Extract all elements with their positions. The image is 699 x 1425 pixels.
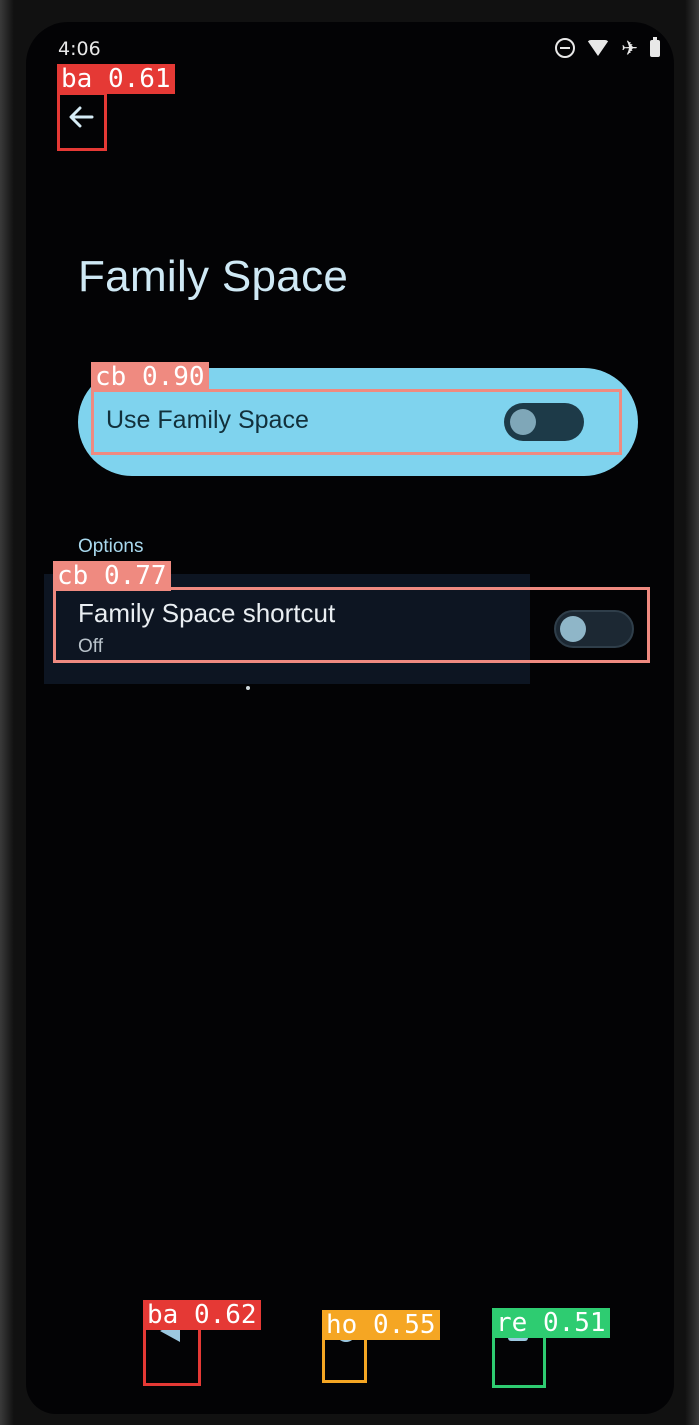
airplane-icon: ✈ (621, 36, 638, 60)
detection-box-shortcut (53, 587, 650, 663)
options-section-label: Options (78, 536, 144, 557)
detection-box-nav-recents (492, 1334, 546, 1388)
phone-frame: 4:06 ✈ Family Space Use Family Space Opt… (0, 0, 699, 1425)
detection-label-nav-home: ho 0.55 (322, 1310, 440, 1340)
screen: 4:06 ✈ Family Space Use Family Space Opt… (26, 22, 674, 1414)
detection-label-shortcut: cb 0.77 (53, 561, 171, 591)
detection-label-nav-recents: re 0.51 (492, 1308, 610, 1338)
status-time: 4:06 (58, 38, 101, 60)
detection-box-nav-home (322, 1336, 367, 1383)
detection-label-main-toggle: cb 0.90 (91, 362, 209, 392)
scroll-dot (246, 686, 250, 690)
battery-icon (650, 36, 660, 57)
detection-label-back: ba 0.61 (57, 64, 175, 94)
detection-box-back (57, 92, 107, 151)
page-title: Family Space (78, 252, 349, 301)
status-icons: ✈ (555, 36, 660, 60)
wifi-icon (587, 40, 610, 56)
detection-label-nav-back: ba 0.62 (143, 1300, 261, 1330)
detection-box-main-toggle (91, 389, 622, 455)
detection-box-nav-back (143, 1326, 201, 1386)
do-not-disturb-icon (555, 38, 576, 58)
